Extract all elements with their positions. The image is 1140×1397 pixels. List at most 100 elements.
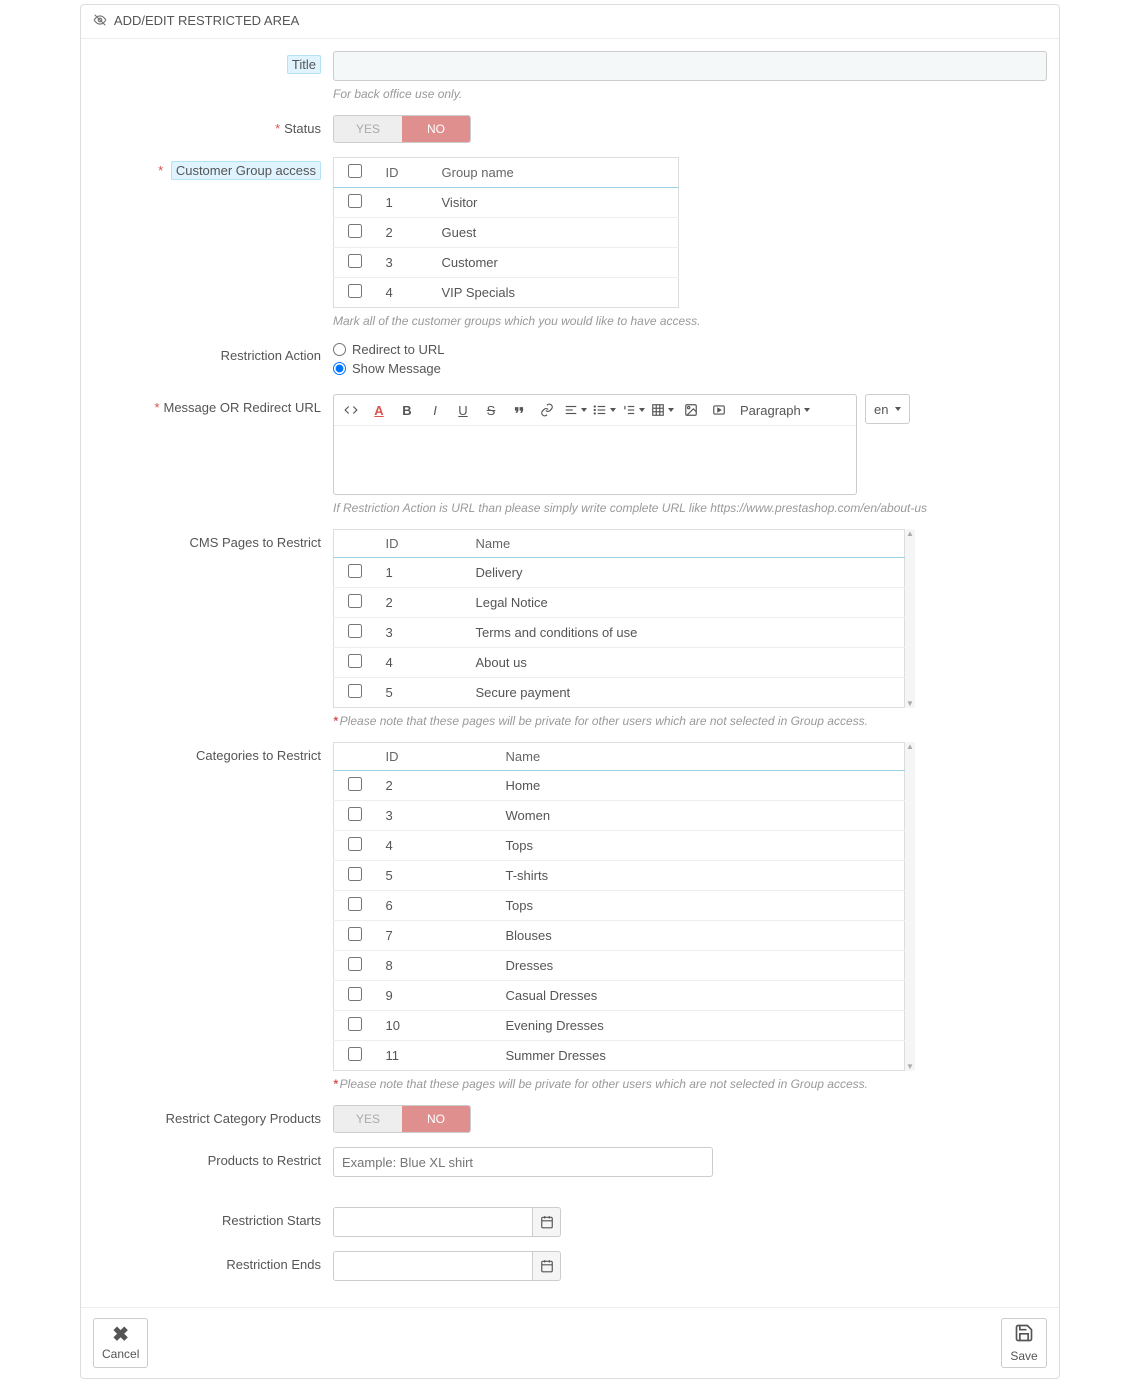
cat-row-checkbox[interactable]	[348, 777, 362, 791]
restriction-ends-input[interactable]	[334, 1252, 532, 1280]
table-row: 1Delivery	[334, 558, 905, 588]
cms-row-checkbox[interactable]	[348, 564, 362, 578]
table-row: 3 Customer	[334, 248, 679, 278]
language-select[interactable]: en	[865, 394, 910, 424]
strikethrough-icon[interactable]: S	[480, 399, 502, 421]
cat-row-checkbox[interactable]	[348, 957, 362, 971]
scroll-down-icon[interactable]: ▼	[906, 699, 914, 708]
cat-row-checkbox[interactable]	[348, 867, 362, 881]
link-icon[interactable]	[536, 399, 558, 421]
cms-row-checkbox[interactable]	[348, 594, 362, 608]
image-icon[interactable]	[680, 399, 702, 421]
radio-show-message[interactable]	[333, 362, 346, 375]
table-row: 11Summer Dresses	[334, 1041, 905, 1071]
source-code-icon[interactable]	[340, 399, 362, 421]
calendar-icon	[540, 1259, 554, 1273]
save-icon	[1010, 1323, 1038, 1347]
col-id: ID	[376, 743, 496, 771]
save-button[interactable]: Save	[1001, 1318, 1047, 1368]
numbered-list-icon[interactable]	[622, 399, 645, 421]
table-row: 2 Guest	[334, 218, 679, 248]
table-row: 7Blouses	[334, 921, 905, 951]
group-access-table: ID Group name 1 Visitor 2	[333, 157, 679, 308]
text-color-icon[interactable]: A	[368, 399, 390, 421]
restrict-cat-products-label: Restrict Category Products	[93, 1105, 333, 1126]
scrollbar[interactable]: ▲▼	[905, 529, 915, 708]
video-icon[interactable]	[708, 399, 730, 421]
editor-content[interactable]	[334, 426, 856, 494]
restriction-starts-input[interactable]	[334, 1208, 532, 1236]
col-id: ID	[376, 530, 466, 558]
table-row: 2Legal Notice	[334, 588, 905, 618]
cat-row-checkbox[interactable]	[348, 1017, 362, 1031]
scroll-up-icon[interactable]: ▲	[906, 742, 914, 751]
paragraph-dropdown[interactable]: Paragraph	[736, 399, 814, 421]
group-row-checkbox[interactable]	[348, 224, 362, 238]
calendar-button[interactable]	[532, 1208, 560, 1236]
group-access-label: * Customer Group access	[93, 157, 333, 178]
cat-row-checkbox[interactable]	[348, 897, 362, 911]
status-no[interactable]: NO	[402, 116, 470, 142]
cat-row-checkbox[interactable]	[348, 807, 362, 821]
rich-text-editor: A B I U S	[333, 394, 857, 495]
table-row: 9Casual Dresses	[334, 981, 905, 1011]
close-icon: ✖	[102, 1325, 139, 1345]
cms-row-checkbox[interactable]	[348, 684, 362, 698]
title-input[interactable]	[333, 51, 1047, 81]
col-name: Name	[496, 743, 905, 771]
group-select-all[interactable]	[348, 164, 362, 178]
panel-footer: ✖ Cancel Save	[81, 1307, 1059, 1378]
col-name: Group name	[432, 158, 679, 188]
radio-redirect-url[interactable]	[333, 343, 346, 356]
panel-header: ADD/EDIT RESTRICTED AREA	[81, 5, 1059, 39]
panel-title: ADD/EDIT RESTRICTED AREA	[114, 13, 299, 28]
restriction-action-label: Restriction Action	[93, 342, 333, 363]
scroll-down-icon[interactable]: ▼	[906, 1062, 914, 1071]
group-row-checkbox[interactable]	[348, 254, 362, 268]
cat-row-checkbox[interactable]	[348, 987, 362, 1001]
underline-icon[interactable]: U	[452, 399, 474, 421]
group-help: Mark all of the customer groups which yo…	[333, 314, 1047, 328]
table-row: 5Secure payment	[334, 678, 905, 708]
cat-row-checkbox[interactable]	[348, 1047, 362, 1061]
italic-icon[interactable]: I	[424, 399, 446, 421]
restrict-cat-yes[interactable]: YES	[334, 1106, 402, 1132]
table-row: 3Women	[334, 801, 905, 831]
group-row-checkbox[interactable]	[348, 194, 362, 208]
group-row-checkbox[interactable]	[348, 284, 362, 298]
restriction-starts-label: Restriction Starts	[93, 1207, 333, 1228]
editor-toolbar: A B I U S	[334, 395, 856, 426]
calendar-icon	[540, 1215, 554, 1229]
status-yes[interactable]: YES	[334, 116, 402, 142]
table-row: 3Terms and conditions of use	[334, 618, 905, 648]
table-row: 10Evening Dresses	[334, 1011, 905, 1041]
products-restrict-label: Products to Restrict	[93, 1147, 333, 1168]
cancel-button[interactable]: ✖ Cancel	[93, 1318, 148, 1368]
scrollbar[interactable]: ▲▼	[905, 742, 915, 1071]
status-toggle[interactable]: YES NO	[333, 115, 471, 143]
restrict-cat-toggle[interactable]: YES NO	[333, 1105, 471, 1133]
restrict-cat-no[interactable]: NO	[402, 1106, 470, 1132]
radio-message-label: Show Message	[352, 361, 441, 376]
col-name: Name	[466, 530, 905, 558]
cms-row-checkbox[interactable]	[348, 624, 362, 638]
table-row: 4About us	[334, 648, 905, 678]
scroll-up-icon[interactable]: ▲	[906, 529, 914, 538]
cat-row-checkbox[interactable]	[348, 837, 362, 851]
table-icon[interactable]	[651, 399, 674, 421]
table-row: 5T-shirts	[334, 861, 905, 891]
table-row: 1 Visitor	[334, 188, 679, 218]
eye-slash-icon	[93, 13, 107, 30]
bullet-list-icon[interactable]	[593, 399, 616, 421]
products-restrict-input[interactable]	[333, 1147, 713, 1177]
align-icon[interactable]	[564, 399, 587, 421]
blockquote-icon[interactable]	[508, 399, 530, 421]
table-row: 6Tops	[334, 891, 905, 921]
calendar-button[interactable]	[532, 1252, 560, 1280]
radio-redirect-label: Redirect to URL	[352, 342, 444, 357]
bold-icon[interactable]: B	[396, 399, 418, 421]
cat-row-checkbox[interactable]	[348, 927, 362, 941]
cms-pages-label: CMS Pages to Restrict	[93, 529, 333, 550]
cms-row-checkbox[interactable]	[348, 654, 362, 668]
categories-help: *Please note that these pages will be pr…	[333, 1077, 1047, 1091]
